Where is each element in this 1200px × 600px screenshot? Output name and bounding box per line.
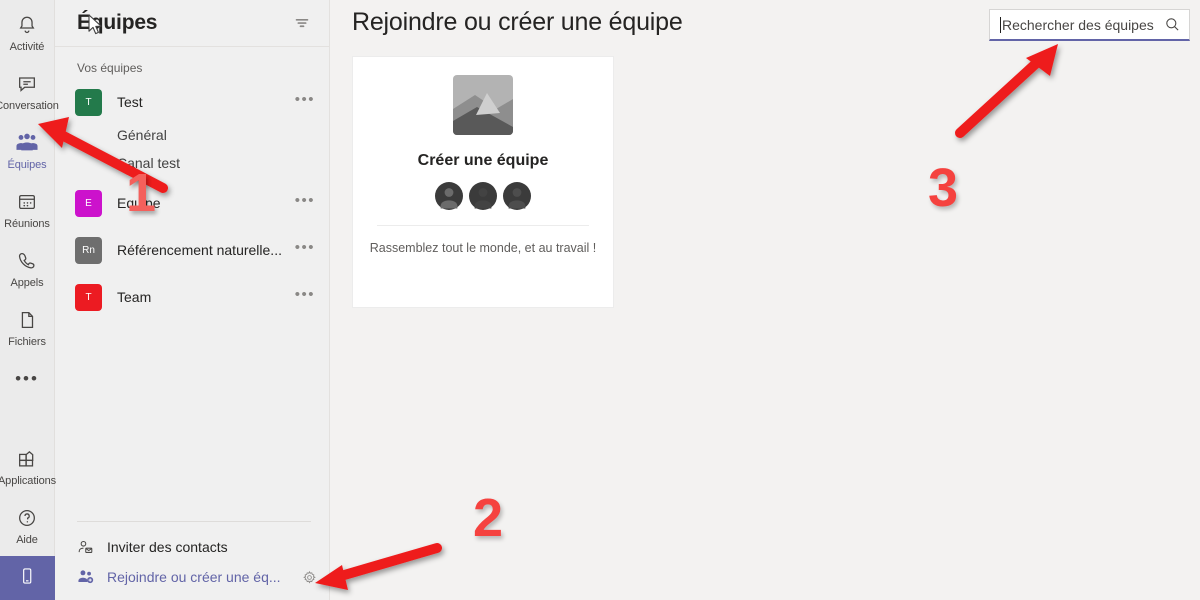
team-name: Team: [117, 289, 152, 305]
team-more-options-icon[interactable]: •••: [295, 287, 315, 304]
teams-list-panel: Équipes Vos équipes T Test ••• Général C…: [55, 0, 330, 600]
rail-label-calls: Appels: [10, 277, 44, 289]
main-heading: Rejoindre ou créer une équipe: [352, 8, 683, 36]
team-avatar: T: [75, 283, 102, 311]
card-divider: [377, 225, 589, 226]
footer-divider: [77, 521, 311, 522]
image-placeholder-icon: [453, 75, 513, 140]
join-or-create-team-label: Rejoindre ou créer une éq...: [107, 569, 281, 585]
teams-panel-header: Équipes: [55, 0, 329, 47]
rail-item-files[interactable]: Fichiers: [0, 295, 55, 354]
people-add-icon: [77, 568, 99, 586]
team-name: Test: [117, 94, 143, 110]
rail-item-help[interactable]: Aide: [0, 493, 55, 552]
rail-label-teams: Équipes: [7, 159, 47, 171]
channel-row[interactable]: Canal test: [55, 149, 329, 177]
team-row[interactable]: E Equipe •••: [55, 184, 329, 222]
rail-item-conversation[interactable]: Conversation: [0, 59, 59, 118]
main-content-area: Rejoindre ou créer une équipe Rechercher…: [330, 0, 1200, 600]
teams-panel-footer: Inviter des contacts Rejoindre ou créer …: [55, 521, 329, 600]
file-icon: [16, 307, 38, 333]
team-name: Référencement naturelle...: [117, 242, 282, 258]
rail-item-meetings[interactable]: Réunions: [0, 177, 55, 236]
rail-item-calls[interactable]: Appels: [0, 236, 55, 295]
search-icon[interactable]: [1164, 16, 1181, 33]
rail-item-teams[interactable]: Équipes: [0, 118, 55, 177]
rail-label-help: Aide: [16, 534, 38, 546]
search-input[interactable]: Rechercher des équipes: [1002, 17, 1164, 33]
create-team-title: Créer une équipe: [417, 152, 549, 169]
teams-list-body: Vos équipes T Test ••• Général Canal tes…: [55, 47, 329, 521]
left-app-rail: Activité Conversation Équipes Réunions A…: [0, 0, 59, 600]
rail-label-conversation: Conversation: [0, 100, 59, 112]
chat-icon: [16, 71, 38, 97]
team-avatar: E: [75, 189, 102, 217]
people-avatars-icon: [435, 182, 531, 210]
gear-icon[interactable]: [302, 570, 317, 585]
rail-item-activity[interactable]: Activité: [0, 0, 55, 59]
search-teams-field[interactable]: Rechercher des équipes: [989, 9, 1190, 41]
rail-item-more[interactable]: •••: [0, 354, 55, 390]
rail-item-apps[interactable]: Applications: [0, 434, 57, 493]
team-more-options-icon[interactable]: •••: [295, 240, 315, 257]
rail-label-apps: Applications: [0, 475, 57, 487]
rail-label-activity: Activité: [9, 41, 45, 53]
rail-label-meetings: Réunions: [4, 218, 50, 230]
team-more-options-icon[interactable]: •••: [295, 92, 315, 109]
text-caret: [1000, 16, 1001, 33]
calendar-icon: [16, 189, 38, 215]
channel-row[interactable]: Général: [55, 121, 329, 149]
join-or-create-team-item[interactable]: Rejoindre ou créer une éq...: [55, 562, 329, 592]
apps-icon: [16, 446, 38, 472]
help-icon: [16, 505, 38, 531]
team-name: Equipe: [117, 195, 161, 211]
download-mobile-app-button[interactable]: [0, 556, 55, 600]
team-avatar: T: [75, 88, 102, 116]
team-row[interactable]: T Team •••: [55, 278, 329, 316]
create-team-subtitle: Rassemblez tout le monde, et au travail …: [369, 241, 597, 255]
team-more-options-icon[interactable]: •••: [295, 193, 315, 210]
person-mail-icon: [77, 539, 99, 556]
invite-contacts-label: Inviter des contacts: [107, 539, 228, 555]
invite-contacts-item[interactable]: Inviter des contacts: [55, 532, 329, 562]
page-title: Équipes: [77, 11, 158, 34]
teams-icon: [15, 130, 39, 156]
rail-label-files: Fichiers: [8, 336, 46, 348]
teams-app-window: Activité Conversation Équipes Réunions A…: [0, 0, 1200, 600]
teams-group-label: Vos équipes: [77, 61, 143, 75]
team-avatar: Rn: [75, 236, 102, 264]
team-row[interactable]: T Test •••: [55, 83, 329, 121]
phone-icon: [16, 248, 38, 274]
create-team-card[interactable]: Créer une équipe Rassemblez tout le mond…: [352, 56, 614, 308]
mobile-phone-icon: [17, 566, 37, 591]
filter-icon[interactable]: [293, 14, 311, 32]
team-row[interactable]: Rn Référencement naturelle... •••: [55, 231, 329, 269]
more-options-icon: •••: [15, 369, 39, 388]
bell-icon: [16, 12, 38, 38]
